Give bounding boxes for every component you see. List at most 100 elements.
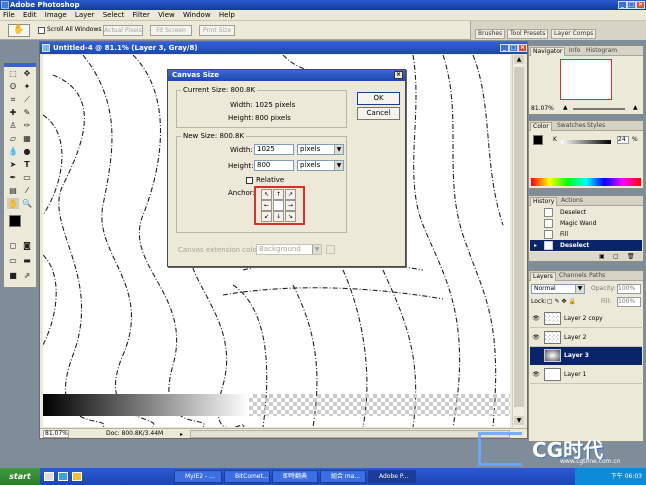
navigator-thumbnail[interactable] [560, 59, 612, 100]
hand-tool-icon[interactable]: ✋ [7, 198, 19, 209]
dodge-tool-icon[interactable]: ● [21, 146, 33, 157]
zoom-in-icon[interactable]: ▲ [633, 104, 638, 111]
tab-layers[interactable]: Layers [530, 272, 556, 281]
opacity-input[interactable]: 100% [617, 284, 641, 294]
height-input[interactable]: 800 [254, 160, 294, 171]
anchor-middle-left[interactable]: ← [261, 200, 272, 211]
type-tool-icon[interactable]: T [21, 159, 33, 170]
scroll-all-checkbox[interactable] [38, 27, 45, 34]
fill-input[interactable]: 100% [617, 297, 641, 307]
foreground-color-swatch[interactable] [9, 215, 21, 227]
extension-color-select[interactable]: Background ▼ [256, 244, 322, 255]
notes-tool-icon[interactable]: ▤ [7, 185, 19, 196]
tab-channels[interactable]: Channels [557, 272, 589, 281]
maximize-button[interactable]: □ [627, 1, 636, 9]
height-unit-select[interactable]: pixels ▼ [297, 160, 344, 171]
color-spectrum-bar[interactable] [531, 178, 641, 186]
task-dictionary[interactable]: 即時翻典 [272, 470, 318, 483]
layer-row-selected[interactable]: Layer 3 [530, 347, 642, 365]
color-k-value[interactable]: 24 [617, 136, 629, 144]
standard-mode-icon[interactable]: ◻ [7, 240, 19, 251]
anchor-bottom-right[interactable]: ↘ [285, 211, 296, 222]
trash-icon[interactable]: 🗑 [627, 253, 635, 260]
menu-filter[interactable]: Filter [130, 10, 153, 21]
menu-view[interactable]: View [155, 10, 178, 21]
anchor-top-left[interactable]: ↖ [261, 189, 272, 200]
history-brush-tool-icon[interactable]: ✑ [21, 120, 33, 131]
vertical-scrollbar[interactable]: ▲ ▼ [512, 55, 524, 427]
task-compose[interactable]: 組合 ma... [320, 470, 366, 483]
quicklaunch-desktop-icon[interactable] [44, 472, 54, 481]
color-k-slider[interactable] [561, 140, 611, 144]
doc-minimize-button[interactable]: _ [500, 44, 509, 52]
tab-navigator[interactable]: Navigator [530, 47, 566, 56]
full-screen-mode-icon[interactable]: ■ [7, 270, 19, 281]
pen-tool-icon[interactable]: ✒ [7, 172, 19, 183]
well-tab-brushes[interactable]: Brushes [475, 29, 506, 39]
gradient-tool-icon[interactable]: ▦ [21, 133, 33, 144]
dropdown-arrow-icon[interactable]: ▼ [575, 285, 584, 293]
anchor-bottom-left[interactable]: ↙ [261, 211, 272, 222]
zoom-tool-icon[interactable]: 🔍 [21, 198, 33, 209]
anchor-bottom-center[interactable]: ↓ [273, 211, 284, 222]
width-input[interactable]: 1025 [254, 144, 294, 155]
tab-history[interactable]: History [530, 197, 558, 206]
path-selection-tool-icon[interactable]: ➤ [7, 159, 19, 170]
tab-color[interactable]: Color [530, 122, 552, 131]
magic-wand-tool-icon[interactable]: ✦ [21, 81, 33, 92]
task-myie2[interactable]: MyIE2 - ... [174, 470, 222, 483]
menu-select[interactable]: Select [100, 10, 128, 21]
layer-visibility-eye-icon[interactable]: 👁 [532, 310, 540, 328]
hand-tool-preset-icon[interactable]: ✋ [8, 24, 30, 37]
anchor-center[interactable] [273, 200, 284, 211]
doc-close-button[interactable]: × [518, 44, 527, 52]
scroll-up-icon[interactable]: ▲ [514, 55, 524, 64]
lock-icons[interactable]: ▢ ✎ ✥ 🔒 [547, 298, 576, 305]
full-screen-menu-mode-icon[interactable]: ▬ [21, 255, 33, 266]
tab-paths[interactable]: Paths [587, 272, 607, 281]
quicklaunch-folder-icon[interactable] [72, 472, 82, 481]
dropdown-arrow-icon[interactable]: ▼ [312, 245, 321, 254]
scroll-down-icon[interactable]: ▼ [514, 416, 524, 425]
close-button[interactable]: × [636, 1, 645, 9]
extension-color-swatch[interactable] [326, 245, 335, 254]
start-button[interactable]: start [0, 468, 40, 485]
layer-row[interactable]: 👁 Layer 1 [530, 366, 642, 384]
doc-maximize-button[interactable]: □ [509, 44, 518, 52]
cancel-button[interactable]: Cancel [357, 107, 400, 120]
ok-button[interactable]: OK [357, 92, 400, 105]
quicklaunch-ie-icon[interactable] [58, 472, 68, 481]
layer-row[interactable]: 👁 Layer 2 copy [530, 310, 642, 328]
anchor-top-right[interactable]: ↗ [285, 189, 296, 200]
menu-help[interactable]: Help [216, 10, 238, 21]
tab-swatches[interactable]: Swatches [555, 122, 588, 131]
horizontal-scrollbar[interactable] [190, 430, 510, 438]
history-item-selected[interactable]: ▸ Deselect [530, 240, 642, 251]
task-adobe-photoshop[interactable]: Adobe P... [368, 470, 416, 483]
lasso-tool-icon[interactable]: ʘ [7, 81, 19, 92]
layer-visibility-eye-icon[interactable]: 👁 [532, 366, 540, 384]
toolbox-grip[interactable] [4, 63, 36, 67]
jump-to-imageready-icon[interactable]: ⇗ [21, 270, 33, 281]
history-item[interactable]: Fill [530, 229, 642, 240]
anchor-middle-right[interactable]: → [285, 200, 296, 211]
new-snapshot-icon[interactable]: ▢ [613, 253, 619, 260]
minimize-button[interactable]: _ [618, 1, 627, 9]
print-size-button[interactable]: Print Size [199, 25, 235, 36]
slice-tool-icon[interactable]: ⟋ [21, 94, 33, 105]
well-tab-layer-comps[interactable]: Layer Comps [551, 29, 597, 39]
brush-tool-icon[interactable]: ✎ [21, 107, 33, 118]
dialog-close-button[interactable]: × [394, 71, 403, 79]
layer-row[interactable]: 👁 Layer 2 [530, 329, 642, 347]
clone-stamp-tool-icon[interactable]: ♙ [7, 120, 19, 131]
blur-tool-icon[interactable]: 💧 [7, 146, 19, 157]
dropdown-arrow-icon[interactable]: ▼ [334, 145, 343, 154]
vertical-scroll-thumb[interactable] [514, 67, 524, 407]
clock[interactable]: 下午 06:03 [611, 473, 642, 480]
quick-mask-mode-icon[interactable]: ◙ [21, 240, 33, 251]
task-bitcomet[interactable]: BitComet... [224, 470, 270, 483]
menu-image[interactable]: Image [42, 10, 70, 21]
menu-edit[interactable]: Edit [20, 10, 40, 21]
tab-actions[interactable]: Actions [559, 197, 585, 206]
tab-info[interactable]: Info [567, 47, 582, 56]
